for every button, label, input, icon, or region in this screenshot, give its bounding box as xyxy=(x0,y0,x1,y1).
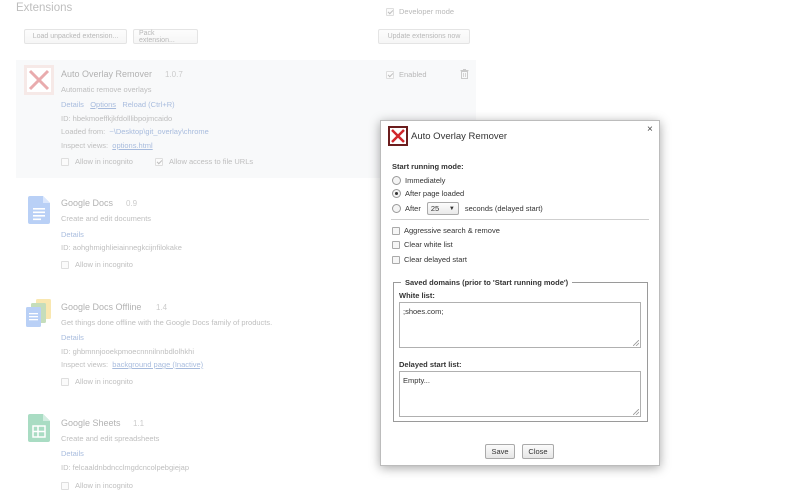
reload-link[interactable]: Reload (Ctrl+R) xyxy=(122,100,174,109)
radio-immediately-button[interactable] xyxy=(392,176,401,185)
radio-immediately-label: Immediately xyxy=(405,176,446,185)
aggressive-search-option[interactable]: Aggressive search & remove xyxy=(392,226,500,235)
inspect-views-label: Inspect views: xyxy=(61,141,109,150)
radio-after-label: After xyxy=(405,204,421,213)
file-urls-label: Allow access to file URLs xyxy=(168,157,254,166)
extension-version: 1.1 xyxy=(133,419,145,428)
page-title: Extensions xyxy=(16,2,73,14)
extension-name: Auto Overlay Remover xyxy=(61,69,153,79)
delay-suffix-label: seconds (delayed start) xyxy=(464,204,543,213)
enabled-label: Enabled xyxy=(399,70,427,79)
extension-name: Google Docs xyxy=(61,198,114,208)
delayed-start-list-label: Delayed start list: xyxy=(399,360,462,369)
clear-white-list-option[interactable]: Clear white list xyxy=(392,240,453,249)
aggressive-search-label: Aggressive search & remove xyxy=(404,226,500,235)
radio-immediately[interactable]: Immediately xyxy=(392,176,445,185)
extension-id: ID: hbekmoeffkjkfdolllibpojmcaido xyxy=(61,114,173,123)
saved-domains-legend: Saved domains (prior to 'Start running m… xyxy=(401,278,573,287)
extension-name: Google Sheets xyxy=(61,418,121,428)
white-list-textarea[interactable]: ;shoes.com; xyxy=(399,302,641,348)
trash-icon[interactable] xyxy=(460,69,469,79)
allow-incognito-label: Allow in incognito xyxy=(75,157,133,166)
save-button[interactable]: Save xyxy=(485,444,515,459)
clear-white-list-checkbox[interactable] xyxy=(392,240,400,249)
extension-description: Create and edit spreadsheets xyxy=(61,434,160,443)
extension-id: ID: ghbmnnjooekpmoecnnnilnnbdlolhkhi xyxy=(61,347,195,356)
inspect-options-link[interactable]: options.html xyxy=(112,141,152,150)
delayed-start-textarea[interactable]: Empty... xyxy=(399,371,641,417)
overlay-remover-icon xyxy=(388,126,408,146)
details-link[interactable]: Details xyxy=(61,100,84,109)
allow-incognito-toggle[interactable]: Allow in incognito xyxy=(61,481,133,490)
allow-incognito-checkbox[interactable] xyxy=(61,377,69,386)
radio-after-page-loaded-button[interactable] xyxy=(392,189,401,198)
extension-version: 1.4 xyxy=(156,303,168,312)
dialog-header: Auto Overlay Remover × xyxy=(381,121,659,151)
clear-delayed-start-option[interactable]: Clear delayed start xyxy=(392,255,467,264)
allow-incognito-checkbox[interactable] xyxy=(61,481,69,490)
google-docs-icon xyxy=(28,196,50,224)
aggressive-search-checkbox[interactable] xyxy=(392,226,400,235)
divider xyxy=(391,219,649,220)
details-link[interactable]: Details xyxy=(61,333,84,342)
resize-grip-icon[interactable] xyxy=(633,340,639,346)
radio-after-page-loaded[interactable]: After page loaded xyxy=(392,189,464,198)
developer-mode-checkbox[interactable] xyxy=(386,7,394,16)
load-unpacked-button[interactable]: Load unpacked extension... xyxy=(24,29,127,44)
extension-id: ID: aohghmighlieiainnegkcijnfilokake xyxy=(61,243,182,252)
loaded-from-label: Loaded from: xyxy=(61,127,106,136)
close-icon[interactable]: × xyxy=(647,124,653,135)
extension-name: Google Docs Offline xyxy=(61,302,142,312)
details-link[interactable]: Details xyxy=(61,230,84,239)
white-list-label: White list: xyxy=(399,291,435,300)
google-sheets-icon xyxy=(28,414,50,442)
delay-select[interactable]: 25 ▼ xyxy=(426,202,459,215)
chevron-down-icon: ▼ xyxy=(448,205,455,212)
allow-incognito-toggle[interactable]: Allow in incognito xyxy=(61,377,133,386)
enabled-checkbox[interactable] xyxy=(386,70,394,79)
developer-mode-label: Developer mode xyxy=(399,7,455,16)
overlay-remover-icon xyxy=(24,65,54,95)
allow-incognito-label: Allow in incognito xyxy=(75,481,133,490)
extension-description: Get things done offline with the Google … xyxy=(61,318,273,327)
enabled-toggle[interactable]: Enabled xyxy=(386,70,427,79)
white-list-value: ;shoes.com; xyxy=(403,307,444,316)
extension-description: Create and edit documents xyxy=(61,214,152,223)
pack-extension-button[interactable]: Pack extension... xyxy=(133,29,198,44)
loaded-from-path[interactable]: ~\Desktop\git_overlay\chrome xyxy=(109,127,208,136)
inspect-views-label: Inspect views: xyxy=(61,360,109,369)
update-extensions-button[interactable]: Update extensions now xyxy=(378,29,470,44)
extension-version: 1.0.7 xyxy=(165,70,183,79)
radio-after-delay-button[interactable] xyxy=(392,204,401,213)
close-button[interactable]: Close xyxy=(522,444,554,459)
clear-white-list-label: Clear white list xyxy=(404,240,453,249)
start-mode-label: Start running mode: xyxy=(392,162,464,171)
allow-incognito-label: Allow in incognito xyxy=(75,260,133,269)
options-dialog: Auto Overlay Remover × Start running mod… xyxy=(380,120,660,466)
allow-incognito-toggle[interactable]: Allow in incognito Allow access to file … xyxy=(61,157,253,166)
extension-description: Automatic remove overlays xyxy=(61,85,152,94)
dialog-title: Auto Overlay Remover xyxy=(411,131,508,142)
developer-mode-toggle[interactable]: Developer mode xyxy=(386,7,454,16)
allow-incognito-toggle[interactable]: Allow in incognito xyxy=(61,260,133,269)
clear-delayed-start-checkbox[interactable] xyxy=(392,255,400,264)
background-page-link[interactable]: background page (Inactive) xyxy=(112,360,203,369)
allow-incognito-checkbox[interactable] xyxy=(61,260,69,269)
radio-after-delay[interactable]: After 25 ▼ seconds (delayed start) xyxy=(392,202,543,215)
resize-grip-icon[interactable] xyxy=(633,409,639,415)
allow-incognito-checkbox[interactable] xyxy=(61,157,69,166)
radio-after-page-loaded-label: After page loaded xyxy=(405,189,465,198)
google-docs-offline-icon xyxy=(26,299,51,327)
clear-delayed-start-label: Clear delayed start xyxy=(404,255,467,264)
extension-id: ID: felcaaldnbdncclmgdcncolpebgiejap xyxy=(61,463,189,472)
file-urls-checkbox[interactable] xyxy=(154,157,163,166)
extension-version: 0.9 xyxy=(126,199,138,208)
allow-incognito-label: Allow in incognito xyxy=(75,377,133,386)
options-link[interactable]: Options xyxy=(90,100,116,109)
details-link[interactable]: Details xyxy=(61,449,84,458)
delay-select-value: 25 xyxy=(430,204,440,213)
delayed-start-value: Empty... xyxy=(403,376,430,385)
